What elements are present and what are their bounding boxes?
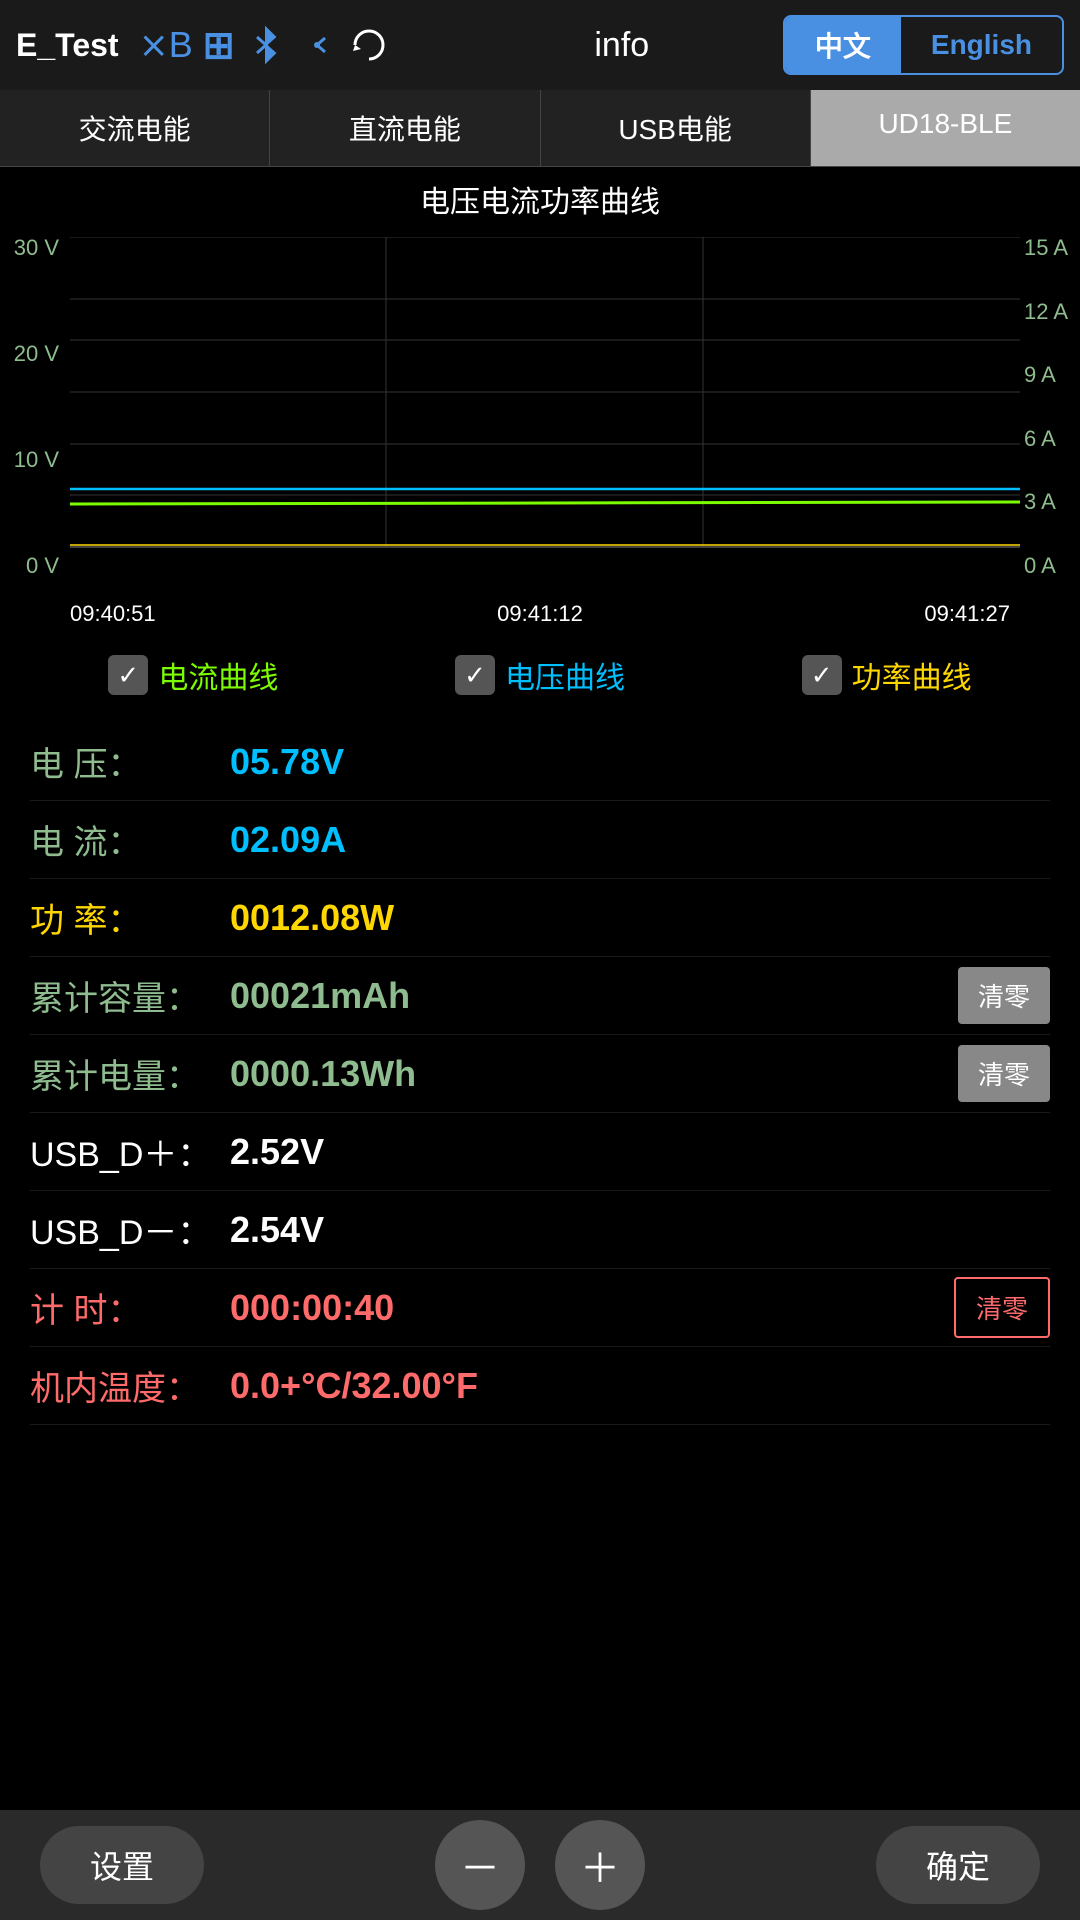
current-row: 电 流： 02.09A (30, 801, 1050, 879)
x-label-1: 09:41:12 (497, 601, 583, 627)
y-label-0v: 0 V (26, 555, 59, 577)
y-label-3a: 3 A (1024, 491, 1056, 513)
legend-voltage[interactable]: ✓ 电压曲线 (455, 653, 625, 697)
power-value: 0012.08W (230, 897, 394, 939)
clear-capacity-button[interactable]: 清零 (958, 967, 1050, 1024)
plus-minus-group: － ＋ (435, 1820, 645, 1910)
tab-usb-power[interactable]: USB电能 (541, 90, 811, 166)
energy-row: 累计电量： 0000.13Wh 清零 (30, 1035, 1050, 1113)
timer-row: 计 时： 000:00:40 清零 (30, 1269, 1050, 1347)
bottom-bar: 设置 － ＋ 确定 (0, 1810, 1080, 1920)
voltage-row: 电 压： 05.78V (30, 723, 1050, 801)
current-value: 02.09A (230, 819, 346, 861)
y-label-0a: 0 A (1024, 555, 1056, 577)
tab-ud18-ble[interactable]: UD18-BLE (811, 90, 1080, 166)
y-label-12a: 12 A (1024, 301, 1068, 323)
y-label-10v: 10 V (14, 449, 59, 471)
language-toggle: 中文 English (783, 15, 1064, 75)
x-label-2: 09:41:27 (924, 601, 1010, 627)
clear-energy-button[interactable]: 清零 (958, 1045, 1050, 1102)
usbdn-row: USB_D－： 2.54V (30, 1191, 1050, 1269)
capacity-label: 累计容量： (30, 971, 230, 1020)
chart-title: 电压电流功率曲线 (0, 167, 1080, 227)
chart-container: 30 V 20 V 10 V 0 V 15 A 12 A 9 A 6 A 3 A… (0, 227, 1080, 637)
y-label-20v: 20 V (14, 343, 59, 365)
confirm-button[interactable]: 确定 (876, 1826, 1040, 1904)
voltage-value: 05.78V (230, 741, 344, 783)
minus-button[interactable]: － (435, 1820, 525, 1910)
legend-current[interactable]: ✓ 电流曲线 (108, 653, 278, 697)
checkbox-current[interactable]: ✓ (108, 655, 148, 695)
header: E_Test ⨯B ⊞ info 中文 English (0, 0, 1080, 90)
capacity-row: 累计容量： 00021mAh 清零 (30, 957, 1050, 1035)
y-label-6a: 6 A (1024, 428, 1056, 450)
app-title: E_Test (16, 27, 119, 64)
info-label: info (461, 26, 783, 65)
voltage-label: 电 压： (30, 737, 230, 786)
x-axis: 09:40:51 09:41:12 09:41:27 (0, 597, 1080, 627)
y-axis-right: 15 A 12 A 9 A 6 A 3 A 0 A (1020, 237, 1080, 577)
usbdp-row: USB_D＋： 2.52V (30, 1113, 1050, 1191)
temp-value: 0.0+°C/32.00°F (230, 1365, 478, 1407)
timer-value: 000:00:40 (230, 1287, 394, 1329)
usbdn-value: 2.54V (230, 1209, 324, 1251)
usbdn-label: USB_D－： (30, 1205, 230, 1254)
tab-bar: 交流电能 直流电能 USB电能 UD18-BLE (0, 90, 1080, 167)
timer-label: 计 时： (30, 1283, 230, 1332)
chart-svg (70, 237, 1020, 577)
signal-icon (297, 24, 337, 66)
y-label-30v: 30 V (14, 237, 59, 259)
legend-current-label: 电流曲线 (158, 653, 278, 697)
energy-label: 累计电量： (30, 1049, 230, 1098)
usbdp-value: 2.52V (230, 1131, 324, 1173)
tab-ac-power[interactable]: 交流电能 (0, 90, 270, 166)
legend-power[interactable]: ✓ 功率曲线 (802, 653, 972, 697)
lang-chinese-button[interactable]: 中文 (785, 17, 901, 73)
power-label: 功 率： (30, 893, 230, 942)
checkbox-power[interactable]: ✓ (802, 655, 842, 695)
usbdp-label: USB_D＋： (30, 1127, 230, 1176)
tab-dc-power[interactable]: 直流电能 (270, 90, 540, 166)
capacity-value: 00021mAh (230, 975, 410, 1017)
checkbox-voltage[interactable]: ✓ (455, 655, 495, 695)
plus-button[interactable]: ＋ (555, 1820, 645, 1910)
y-axis-left: 30 V 20 V 10 V 0 V (0, 237, 65, 577)
settings-button[interactable]: 设置 (40, 1826, 204, 1904)
chart-legend: ✓ 电流曲线 ✓ 电压曲线 ✓ 功率曲线 (0, 637, 1080, 713)
legend-voltage-label: 电压曲线 (505, 653, 625, 697)
lang-english-button[interactable]: English (901, 17, 1062, 73)
energy-value: 0000.13Wh (230, 1053, 416, 1095)
clear-timer-button[interactable]: 清零 (954, 1277, 1050, 1338)
bluetooth-icon: ⨯B (139, 24, 193, 66)
temp-label: 机内温度： (30, 1361, 230, 1410)
temp-row: 机内温度： 0.0+°C/32.00°F (30, 1347, 1050, 1425)
bluetooth-icon (245, 24, 287, 66)
y-label-9a: 9 A (1024, 364, 1056, 386)
legend-power-label: 功率曲线 (852, 653, 972, 697)
power-row: 功 率： 0012.08W (30, 879, 1050, 957)
sync-icon[interactable] (347, 23, 391, 67)
bluetooth-icon: ⊞ (203, 23, 235, 68)
y-label-15a: 15 A (1024, 237, 1068, 259)
current-label: 电 流： (30, 815, 230, 864)
x-label-0: 09:40:51 (70, 601, 156, 627)
header-icons: ⨯B ⊞ (139, 23, 461, 68)
data-section: 电 压： 05.78V 电 流： 02.09A 功 率： 0012.08W 累计… (0, 713, 1080, 1435)
